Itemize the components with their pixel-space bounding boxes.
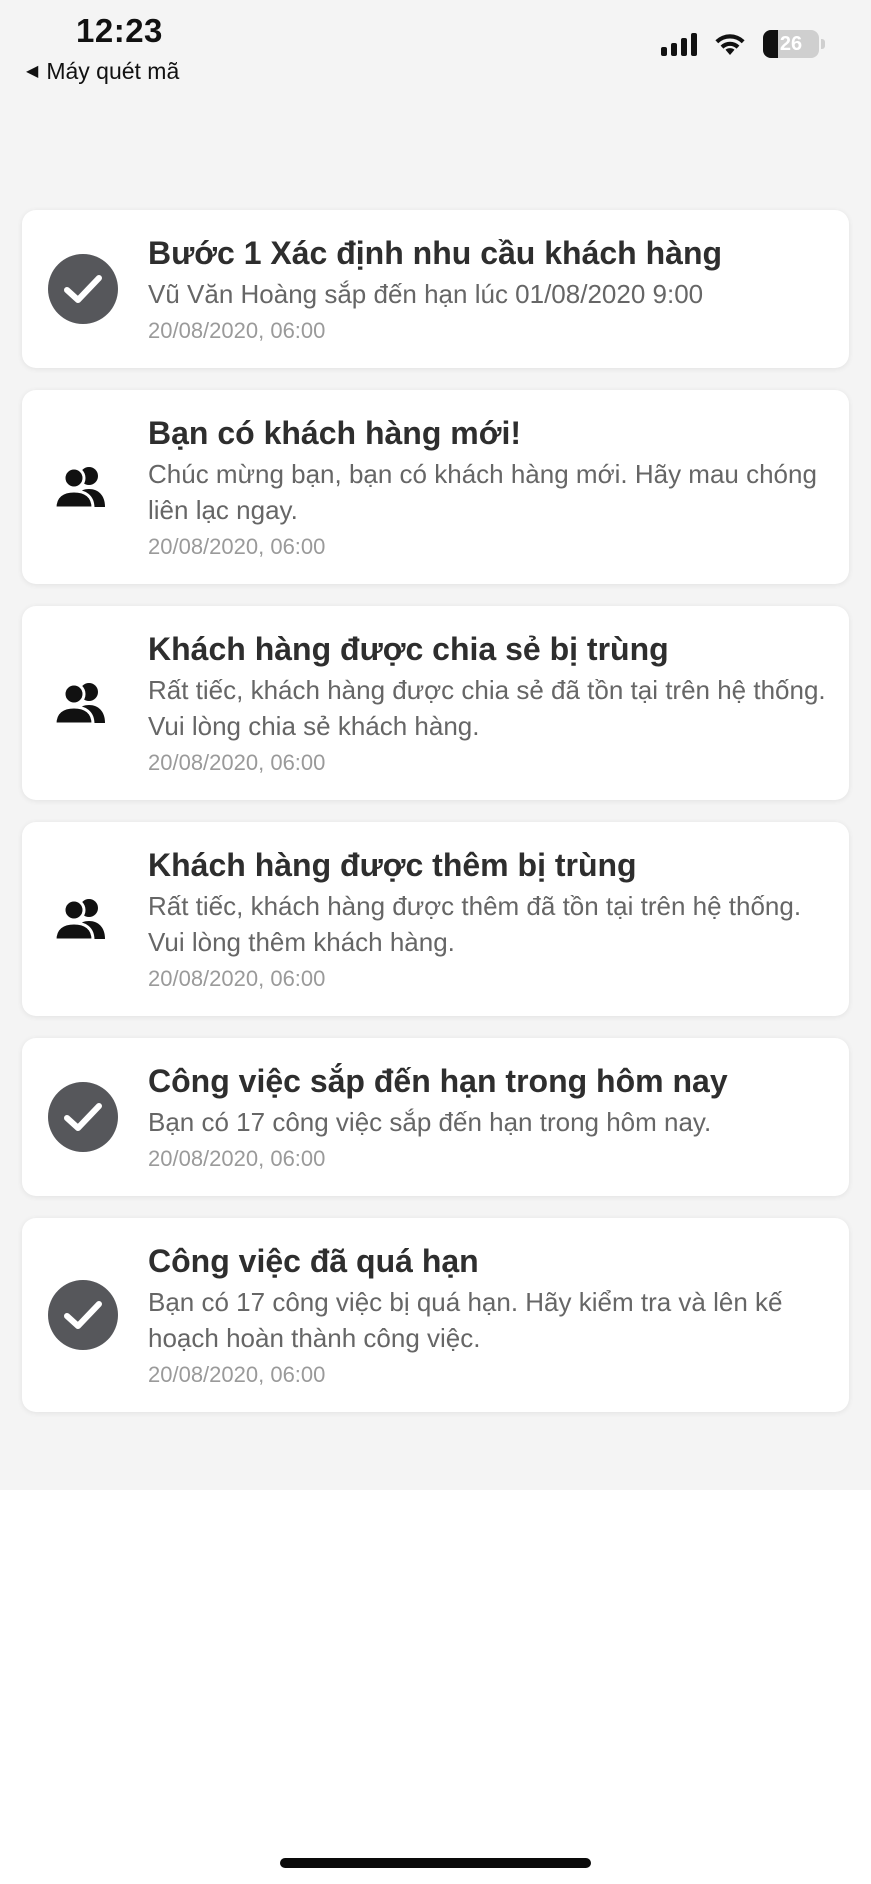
notification-date: 20/08/2020, 06:00 <box>148 1362 326 1387</box>
notification-body: Rất tiếc, khách hàng được chia sẻ đã tồn… <box>148 675 826 741</box>
users-icon <box>48 668 118 738</box>
notification-date: 20/08/2020, 06:00 <box>148 534 326 559</box>
cellular-signal-icon <box>661 32 697 56</box>
notification-body: Bạn có 17 công việc sắp đến hạn trong hô… <box>148 1107 712 1137</box>
status-time: 12:23 <box>76 12 163 49</box>
notification-date: 20/08/2020, 06:00 <box>148 966 326 991</box>
notification-title: Khách hàng được thêm bị trùng <box>148 847 637 883</box>
notification-card[interactable]: Công việc sắp đến hạn trong hôm nay Bạn … <box>22 1038 849 1196</box>
battery-nub <box>821 39 825 49</box>
notification-title: Bạn có khách hàng mới! <box>148 415 522 451</box>
battery-level: 26 <box>779 32 803 55</box>
notification-card[interactable]: Bạn có khách hàng mới! Chúc mừng bạn, bạ… <box>22 390 849 584</box>
notification-card[interactable]: Khách hàng được chia sẻ bị trùng Rất tiế… <box>22 606 849 800</box>
notification-title: Khách hàng được chia sẻ bị trùng <box>148 631 669 667</box>
notification-card[interactable]: Khách hàng được thêm bị trùng Rất tiếc, … <box>22 822 849 1016</box>
notification-date: 20/08/2020, 06:00 <box>148 1146 326 1171</box>
notification-body: Chúc mừng bạn, bạn có khách hàng mới. Hã… <box>148 459 817 525</box>
check-circle-icon <box>48 254 118 324</box>
wifi-icon <box>715 34 745 55</box>
status-icons: 26 <box>661 30 825 58</box>
battery-icon: 26 <box>763 30 819 58</box>
notification-card[interactable]: Công việc đã quá hạn Bạn có 17 công việc… <box>22 1218 849 1412</box>
check-circle-icon <box>48 1082 118 1152</box>
notification-title: Công việc sắp đến hạn trong hôm nay <box>148 1063 728 1099</box>
check-circle-icon <box>48 1280 118 1350</box>
back-triangle-icon: ◀ <box>26 62 39 80</box>
notification-date: 20/08/2020, 06:00 <box>148 750 326 775</box>
notification-list: Bước 1 Xác định nhu cầu khách hàng Vũ Vă… <box>22 210 849 1434</box>
users-icon <box>48 452 118 522</box>
back-app-label: Máy quét mã <box>46 58 180 84</box>
users-icon <box>48 884 118 954</box>
notification-body: Rất tiếc, khách hàng được thêm đã tồn tạ… <box>148 891 802 957</box>
back-to-app-link[interactable]: ◀ Máy quét mã <box>26 58 179 85</box>
home-indicator[interactable] <box>280 1858 591 1868</box>
notification-body: Vũ Văn Hoàng sắp đến hạn lúc 01/08/2020 … <box>148 279 704 309</box>
notification-title: Công việc đã quá hạn <box>148 1243 479 1279</box>
notification-title: Bước 1 Xác định nhu cầu khách hàng <box>148 235 723 271</box>
notification-body: Bạn có 17 công việc bị quá hạn. Hãy kiểm… <box>148 1287 783 1353</box>
notification-card[interactable]: Bước 1 Xác định nhu cầu khách hàng Vũ Vă… <box>22 210 849 368</box>
screen: 12:23 ◀ Máy quét mã 26 Bước 1 Xác định n… <box>0 0 871 1884</box>
notification-date: 20/08/2020, 06:00 <box>148 318 326 343</box>
